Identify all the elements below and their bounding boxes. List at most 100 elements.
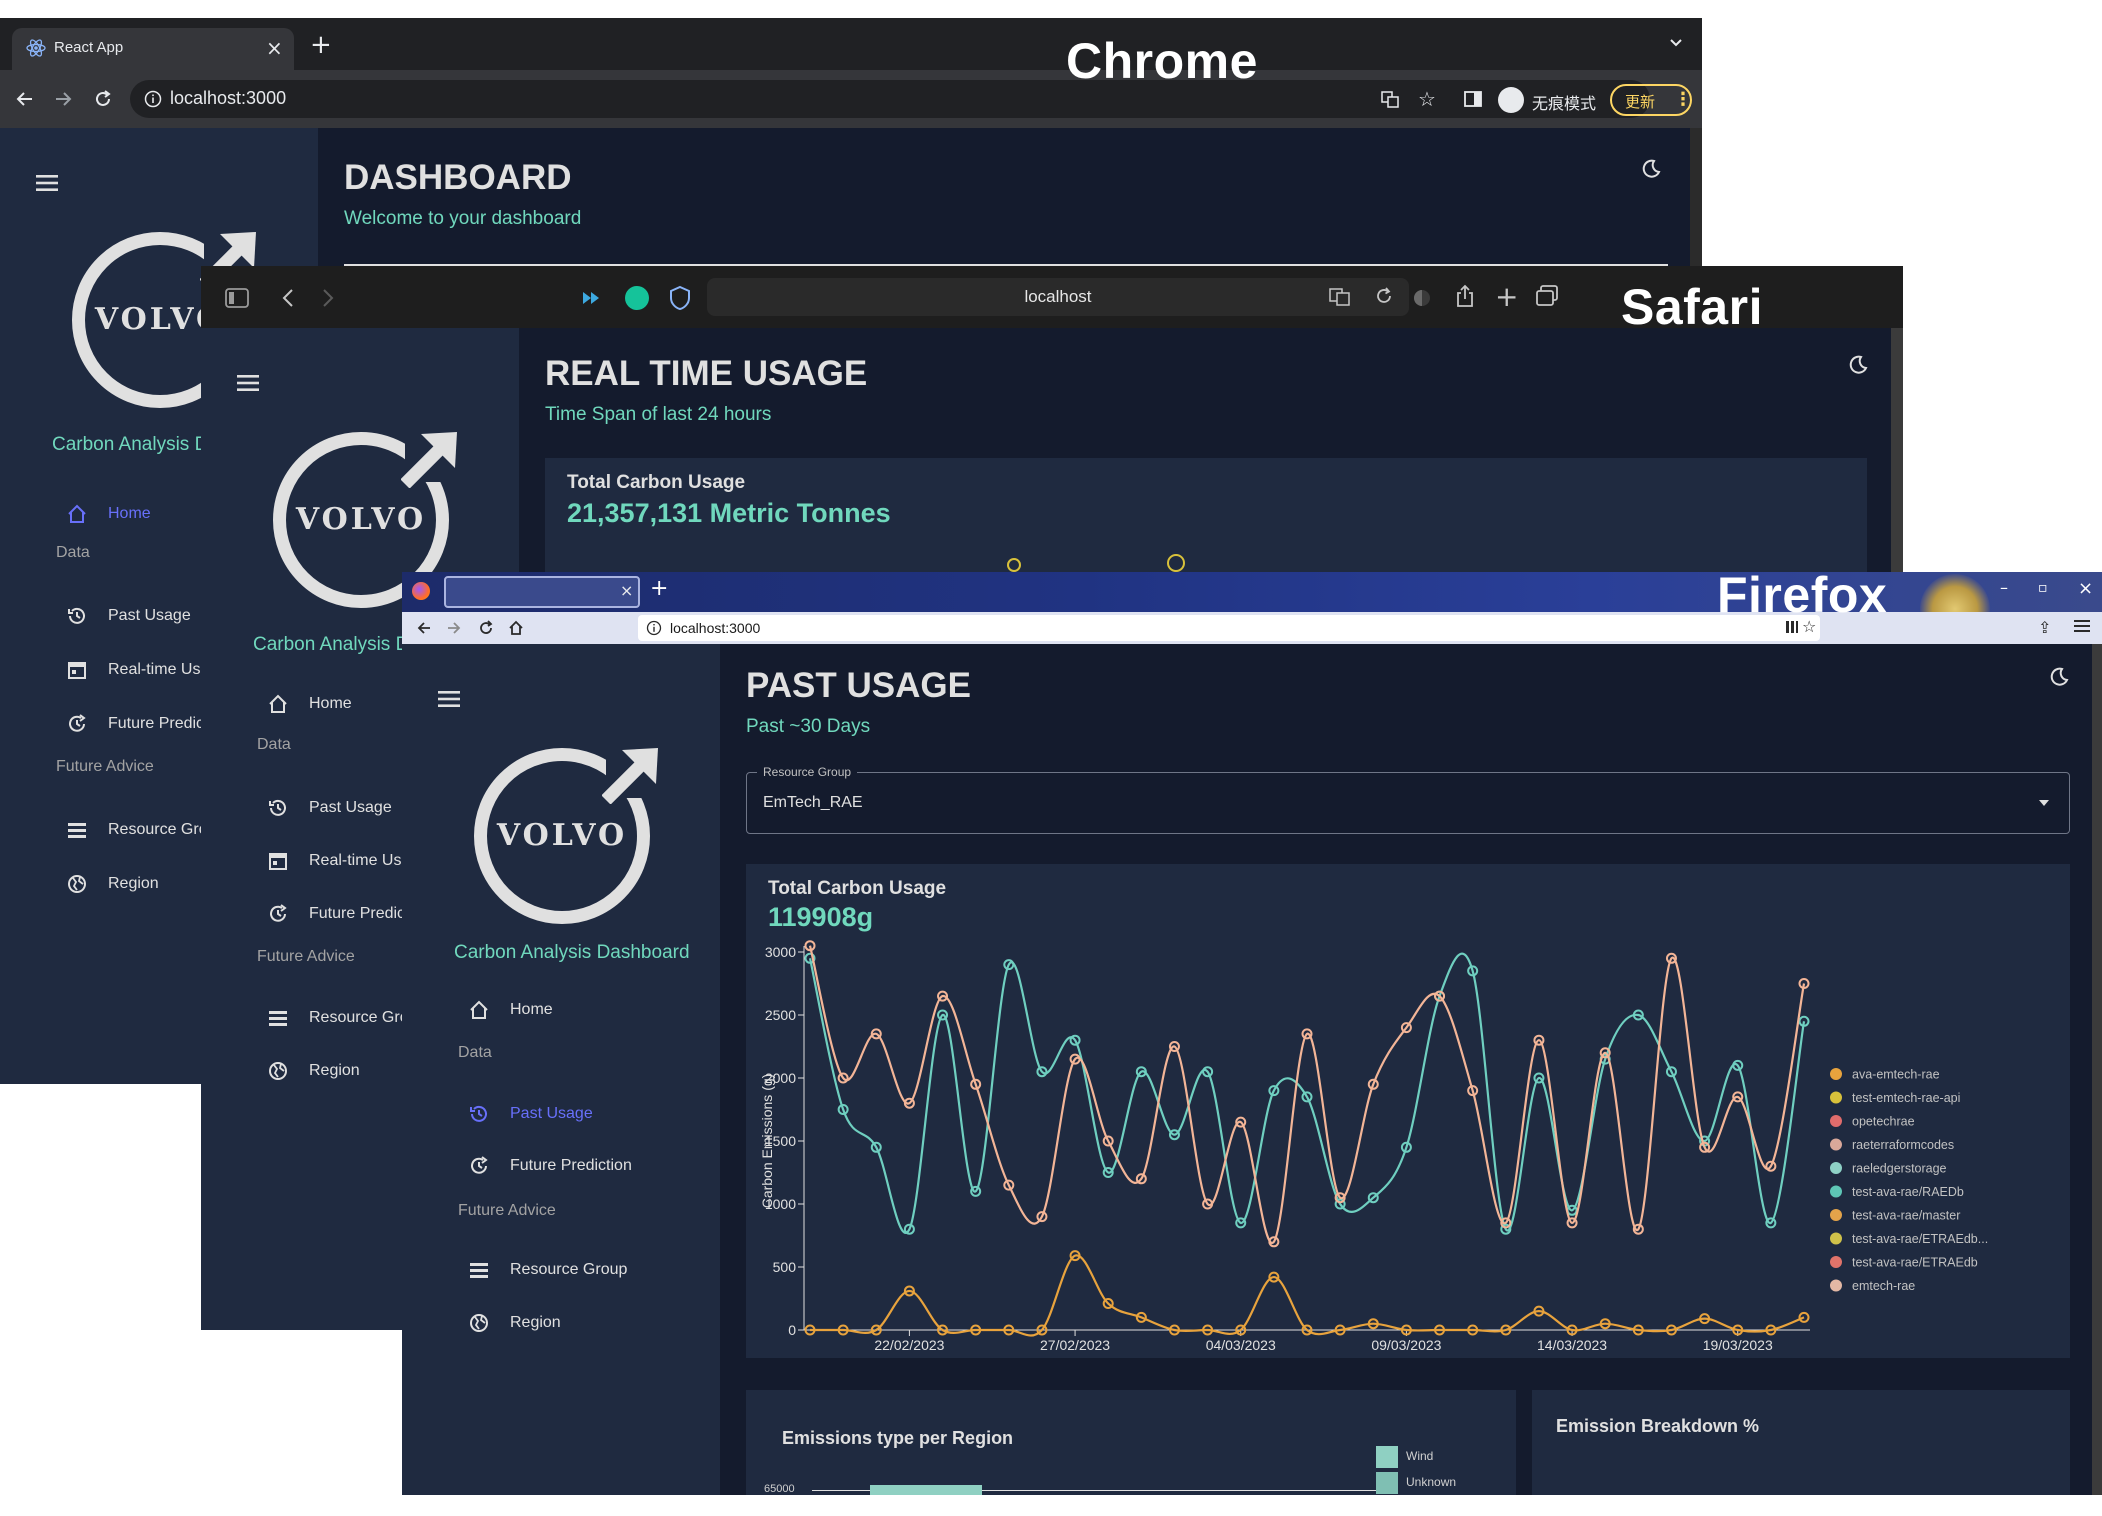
forward-icon[interactable] xyxy=(321,288,335,308)
legend-swatch xyxy=(1830,1209,1842,1221)
reload-icon[interactable] xyxy=(92,88,114,110)
bar xyxy=(870,1485,982,1495)
home-icon xyxy=(470,1000,488,1019)
dark-mode-icon[interactable] xyxy=(1847,354,1869,376)
reload-icon[interactable] xyxy=(478,620,494,636)
firefox-tab[interactable]: × xyxy=(444,576,640,608)
hamburger-icon[interactable] xyxy=(2074,619,2090,633)
chevron-down-icon[interactable] xyxy=(1668,34,1684,50)
legend-swatch xyxy=(1830,1232,1842,1245)
globe-icon xyxy=(68,875,86,893)
legend-label: test-ava-rae/ETRAEdb... xyxy=(1852,1232,1988,1246)
page-title: REAL TIME USAGE xyxy=(545,354,868,393)
chrome-url: localhost:3000 xyxy=(170,88,287,108)
extensions-icon[interactable]: ⇪ xyxy=(2038,618,2051,637)
app-name: Carbon Analysis Da xyxy=(253,634,420,655)
dark-mode-icon[interactable] xyxy=(1640,158,1662,180)
minimize-icon[interactable]: – xyxy=(2000,578,2008,597)
chrome-tab[interactable]: React App × xyxy=(12,28,294,70)
firefox-url: localhost:3000 xyxy=(670,620,761,636)
firefox-address-bar[interactable]: localhost:3000 ☆ xyxy=(638,615,1820,641)
home-icon[interactable] xyxy=(508,620,524,636)
chrome-toolbar: localhost:3000 ☆ 无痕模式 更新 ⋮ xyxy=(0,70,1702,128)
update-button[interactable]: 更新 ⋮ xyxy=(1610,84,1692,116)
extension-icon[interactable] xyxy=(581,288,603,308)
back-icon[interactable] xyxy=(416,620,432,636)
maximize-icon[interactable]: ▫ xyxy=(2038,580,2048,596)
sidebar-item-label: Future Prediction xyxy=(510,1157,632,1174)
forward-icon[interactable] xyxy=(52,88,74,110)
close-window-icon[interactable]: × xyxy=(2078,578,2093,599)
reload-icon[interactable] xyxy=(1375,287,1393,305)
legend-label: test-ava-rae/RAEDb xyxy=(1852,1185,1964,1199)
section-data: Data xyxy=(56,544,90,561)
legend-swatch xyxy=(1830,1279,1842,1292)
select-label: Resource Group xyxy=(757,765,858,779)
sidebar-item-future-prediction[interactable]: Future Prediction xyxy=(468,1152,708,1180)
translate-icon[interactable] xyxy=(1329,288,1351,306)
back-icon[interactable] xyxy=(281,288,295,308)
legend-swatch-wind xyxy=(1376,1446,1398,1468)
new-tab-icon[interactable]: + xyxy=(1495,280,1518,313)
sidebar-item-label: Future Predic xyxy=(309,905,406,922)
sidebar-item-resource-group[interactable]: Resource Group xyxy=(468,1256,708,1284)
legend-swatch xyxy=(1830,1256,1842,1268)
back-icon[interactable] xyxy=(14,88,36,110)
sidebar-toggle-icon[interactable] xyxy=(1464,90,1482,108)
firefox-label: Firefox xyxy=(1717,567,1888,623)
menu-icon[interactable] xyxy=(36,174,58,192)
sidebar-item-label: Real-time Usa xyxy=(309,852,411,869)
app-name: Carbon Analysis Da xyxy=(52,434,219,455)
usage-line-chart: 05001000150020002500300022/02/2023 27/02/… xyxy=(759,940,1988,1353)
menu-dots-icon: ⋮ xyxy=(1674,89,1692,110)
star-icon[interactable]: ☆ xyxy=(1418,87,1436,111)
safari-address-bar[interactable]: localhost xyxy=(707,278,1409,316)
sidebar-item-label: Past Usage xyxy=(108,607,191,624)
sidebar-icon[interactable] xyxy=(225,288,249,308)
select-value: EmTech_RAE xyxy=(763,794,863,811)
info-icon xyxy=(646,620,662,636)
chrome-address-bar[interactable]: localhost:3000 ☆ xyxy=(130,80,1650,118)
close-icon[interactable]: × xyxy=(266,36,283,60)
calendar-icon xyxy=(68,662,86,679)
sidebar-item-label: Home xyxy=(510,1001,553,1018)
new-tab-icon[interactable]: + xyxy=(650,576,668,601)
x-tick-label: 19/03/2023 xyxy=(1703,1337,1773,1353)
legend-label-unknown: Unknown xyxy=(1406,1475,1457,1489)
series-line-2 xyxy=(809,1254,1805,1337)
close-icon[interactable]: × xyxy=(620,581,633,600)
menu-icon[interactable] xyxy=(237,374,259,392)
forward-icon[interactable] xyxy=(446,620,462,636)
sidebar-item-label: Past Usage xyxy=(510,1105,593,1122)
legend-label-wind: Wind xyxy=(1406,1449,1434,1463)
firefox-scrollbar[interactable] xyxy=(2092,644,2102,1495)
privacy-icon[interactable] xyxy=(1413,288,1431,308)
sidebar-item-label: Home xyxy=(309,695,352,712)
card-label: Total Carbon Usage xyxy=(567,472,746,493)
legend-swatch xyxy=(1830,1068,1842,1080)
tabs-overview-icon[interactable] xyxy=(1535,284,1559,308)
legend-label: ava-emtech-rae xyxy=(1852,1068,1940,1082)
safari-label: Safari xyxy=(1621,279,1763,335)
share-icon[interactable] xyxy=(1455,284,1475,308)
grammarly-icon[interactable] xyxy=(625,286,649,310)
safari-url: localhost xyxy=(1024,287,1092,306)
sidebar-item-region[interactable]: Region xyxy=(468,1309,708,1337)
info-icon xyxy=(144,90,162,108)
series-line-1 xyxy=(808,945,1806,1244)
page-title: DASHBOARD xyxy=(344,158,572,197)
shield-icon[interactable] xyxy=(669,285,691,311)
sidebar-item-past-usage[interactable]: Past Usage xyxy=(468,1100,708,1128)
translate-icon[interactable] xyxy=(1380,89,1400,109)
menu-icon[interactable] xyxy=(438,690,460,708)
section-data: Data xyxy=(458,1044,492,1061)
sidebar-item-label: Region xyxy=(510,1314,561,1331)
volvo-logo-text: VOLVO xyxy=(295,502,427,537)
sidebar-item-home[interactable]: Home xyxy=(468,996,708,1024)
new-tab-icon[interactable]: + xyxy=(310,30,332,60)
mini-chart-marker xyxy=(1007,558,1021,572)
resource-group-select[interactable]: Resource Group EmTech_RAE xyxy=(746,765,2070,834)
dark-mode-icon[interactable] xyxy=(2048,666,2070,688)
update-clock-icon xyxy=(69,714,86,732)
x-tick-label: 04/03/2023 xyxy=(1206,1337,1276,1353)
